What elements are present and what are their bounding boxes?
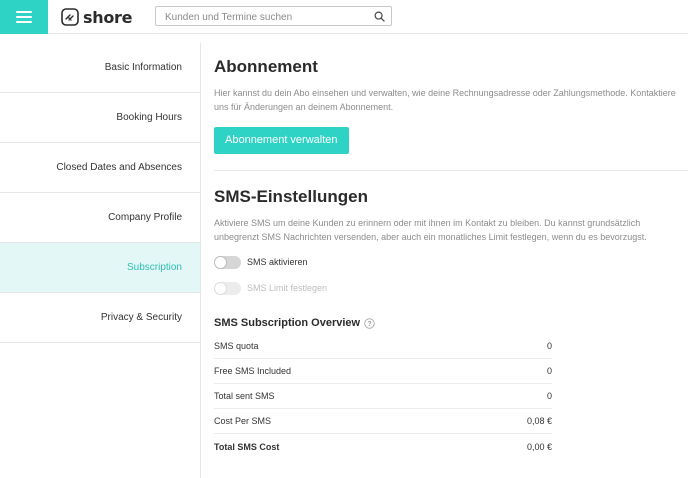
table-row: Cost Per SMS 0,08 € [214,409,552,434]
sms-limit-label: SMS Limit festlegen [247,283,328,293]
row-value: 0 [546,366,552,376]
table-row: Free SMS Included 0 [214,359,552,384]
sms-activate-toggle[interactable] [214,255,241,269]
row-value: 0 [546,391,552,401]
sidebar-item-subscription[interactable]: Subscription [0,243,200,293]
sms-activate-row: SMS aktivieren [214,254,688,270]
sms-overview-heading: SMS Subscription Overview ? [214,317,688,329]
sidebar-item-label: Booking Hours [116,112,182,123]
sidebar-item-basic-information[interactable]: Basic Information [0,43,200,93]
sidebar-item-company-profile[interactable]: Company Profile [0,193,200,243]
sms-overview-table: SMS quota 0 Free SMS Included 0 Total se… [214,334,552,459]
svg-text:?: ? [367,320,371,327]
table-row: SMS quota 0 [214,334,552,359]
settings-sidebar: Basic Information Booking Hours Closed D… [0,43,201,478]
sidebar-item-closed-dates[interactable]: Closed Dates and Absences [0,143,200,193]
hamburger-icon [16,16,32,18]
row-label: Total SMS Cost [214,441,280,452]
sms-limit-toggle [214,281,241,295]
row-label: Total sent SMS [214,391,275,401]
manage-subscription-button[interactable]: Abonnement verwalten [214,127,349,154]
toggle-knob [214,281,227,295]
search-input[interactable] [156,8,366,27]
sms-activate-label: SMS aktivieren [247,257,308,267]
sidebar-item-label: Company Profile [108,212,182,223]
sidebar-item-label: Privacy & Security [100,312,182,323]
row-label: SMS quota [214,341,259,351]
table-row-total: Total SMS Cost 0,00 € [214,434,552,459]
table-row: Total sent SMS 0 [214,384,552,409]
row-value: 0,00 € [526,441,552,452]
section-divider [214,170,688,171]
sidebar-item-privacy-security[interactable]: Privacy & Security [0,293,200,343]
sms-settings-description: Aktiviere SMS um deine Kunden zu erinner… [214,218,647,242]
logo-text: shore [83,7,133,27]
sms-limit-row: SMS Limit festlegen [214,280,688,296]
logo[interactable]: shore [61,7,132,27]
shore-logo-icon [61,8,79,26]
subscription-description: Hier kannst du dein Abo einsehen und ver… [214,88,676,112]
hamburger-icon [16,21,32,23]
subscription-title: Abonnement [214,57,318,76]
hamburger-icon [16,11,32,13]
main-content: Abonnement Hier kannst du dein Abo einse… [214,43,688,459]
row-label: Cost Per SMS [214,416,272,426]
row-label: Free SMS Included [214,366,292,376]
row-value: 0,08 € [526,416,552,426]
sms-overview-title: SMS Subscription Overview [214,317,361,329]
sms-settings-title: SMS-Einstellungen [214,187,368,206]
toggle-knob [214,255,227,269]
sidebar-item-label: Subscription [126,262,182,273]
sidebar-item-booking-hours[interactable]: Booking Hours [0,93,200,143]
sidebar-item-label: Closed Dates and Absences [56,162,182,173]
help-icon[interactable]: ? [364,317,375,329]
search-box[interactable] [155,6,392,27]
sidebar-item-label: Basic Information [104,62,182,73]
search-icon[interactable] [374,11,385,22]
row-value: 0 [546,341,552,351]
menu-button[interactable] [0,0,48,34]
top-bar: shore [0,0,688,34]
